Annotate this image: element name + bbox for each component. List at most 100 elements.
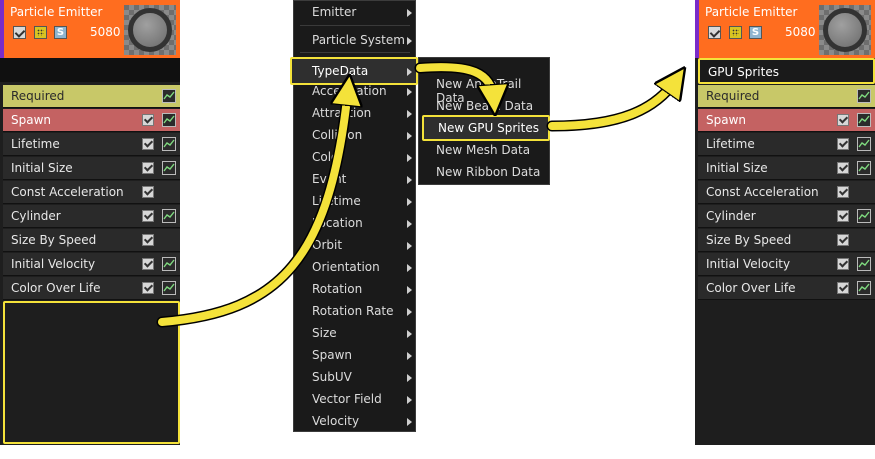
menu-item-lifetime[interactable]: Lifetime [294, 190, 415, 212]
module-label: Required [706, 89, 760, 103]
submenu-item-new-mesh-data[interactable]: New Mesh Data [419, 139, 549, 161]
curve-editor-icon[interactable] [162, 257, 176, 271]
menu-item-location[interactable]: Location [294, 212, 415, 234]
menu-item-vector-field[interactable]: Vector Field [294, 388, 415, 410]
module-color-over-life[interactable]: Color Over Life [3, 277, 180, 300]
menu-item-emitter[interactable]: Emitter [294, 1, 415, 23]
module-enable-checkbox[interactable] [142, 114, 154, 126]
module-const-acceleration[interactable]: Const Acceleration [698, 181, 875, 204]
solo-icon[interactable]: S [749, 26, 762, 39]
menu-item-label: Particle System [312, 33, 405, 47]
module-enable-checkbox[interactable] [142, 210, 154, 222]
menu-item-spawn[interactable]: Spawn [294, 344, 415, 366]
menu-item-attraction[interactable]: Attraction [294, 102, 415, 124]
module-enable-checkbox[interactable] [837, 258, 849, 270]
module-enable-checkbox[interactable] [142, 282, 154, 294]
menu-item-subuv[interactable]: SubUV [294, 366, 415, 388]
submenu-item-new-gpu-sprites[interactable]: New GPU Sprites [422, 115, 550, 141]
submenu-item-new-beam-data[interactable]: New Beam Data [419, 95, 549, 117]
module-const-acceleration[interactable]: Const Acceleration [3, 181, 180, 204]
context-menu: Emitter Particle System TypeData Accelerati… [290, 0, 418, 432]
curve-editor-icon[interactable] [857, 113, 871, 127]
enable-checkbox-icon[interactable] [13, 26, 26, 39]
module-enable-checkbox[interactable] [837, 162, 849, 174]
menu-item-velocity[interactable]: Velocity [294, 410, 415, 432]
enable-checkbox-icon[interactable] [708, 26, 721, 39]
menu-item-collision[interactable]: Collision [294, 124, 415, 146]
module-enable-checkbox[interactable] [142, 234, 154, 246]
emitter-header[interactable]: Particle Emitter S 5080 [4, 0, 180, 58]
curve-editor-icon[interactable] [162, 281, 176, 295]
curve-editor-icon[interactable] [162, 137, 176, 151]
module-enable-checkbox[interactable] [142, 186, 154, 198]
module-enable-checkbox[interactable] [837, 186, 849, 198]
module-label: Cylinder [706, 209, 756, 223]
left-emitter-panel: Particle Emitter S 5080 Required Spawn Lif… [0, 0, 180, 445]
module-drop-area[interactable] [3, 301, 180, 444]
menu-item-label: Size [312, 326, 337, 340]
module-initial-size[interactable]: Initial Size [3, 157, 180, 180]
typedata-slot-empty [0, 58, 180, 82]
module-cylinder[interactable]: Cylinder [3, 205, 180, 228]
emitter-header[interactable]: Particle Emitter S 5080 [699, 0, 875, 58]
module-label: Initial Size [706, 161, 768, 175]
curve-editor-icon[interactable] [857, 137, 871, 151]
module-cylinder[interactable]: Cylinder [698, 205, 875, 228]
module-enable-checkbox[interactable] [837, 282, 849, 294]
module-initial-velocity[interactable]: Initial Velocity [3, 253, 180, 276]
module-lifetime[interactable]: Lifetime [698, 133, 875, 156]
chevron-right-icon [407, 330, 412, 338]
chevron-right-icon [407, 176, 412, 184]
module-size-by-speed[interactable]: Size By Speed [698, 229, 875, 252]
module-required[interactable]: Required [3, 85, 180, 108]
module-enable-checkbox[interactable] [142, 138, 154, 150]
submenu-item-new-animtrail-data[interactable]: New AnimTrail Data [419, 73, 549, 105]
menu-item-acceleration[interactable]: Acceleration [294, 80, 415, 102]
submenu-item-label: New Mesh Data [436, 143, 531, 157]
module-spawn[interactable]: Spawn [698, 109, 875, 132]
module-initial-size[interactable]: Initial Size [698, 157, 875, 180]
particle-count: 5080 [785, 25, 816, 39]
menu-item-rotation[interactable]: Rotation [294, 278, 415, 300]
module-initial-velocity[interactable]: Initial Velocity [698, 253, 875, 276]
menu-item-label: Emitter [312, 5, 357, 19]
module-spawn[interactable]: Spawn [3, 109, 180, 132]
menu-item-orbit[interactable]: Orbit [294, 234, 415, 256]
curve-editor-icon[interactable] [162, 161, 176, 175]
menu-item-label: Color [312, 150, 344, 164]
solo-icon[interactable]: S [54, 26, 67, 39]
module-enable-checkbox[interactable] [837, 210, 849, 222]
module-enable-checkbox[interactable] [142, 258, 154, 270]
menu-item-color[interactable]: Color [294, 146, 415, 168]
curve-editor-icon[interactable] [857, 161, 871, 175]
module-enable-checkbox[interactable] [142, 162, 154, 174]
module-label: Size By Speed [706, 233, 792, 247]
curve-editor-icon[interactable] [857, 209, 871, 223]
module-size-by-speed[interactable]: Size By Speed [3, 229, 180, 252]
submenu-item-new-ribbon-data[interactable]: New Ribbon Data [419, 161, 549, 183]
module-color-over-life[interactable]: Color Over Life [698, 277, 875, 300]
curve-editor-icon[interactable] [857, 257, 871, 271]
module-label: Initial Velocity [706, 257, 791, 271]
curve-editor-icon[interactable] [857, 281, 871, 295]
curve-editor-icon[interactable] [162, 113, 176, 127]
curve-editor-icon[interactable] [162, 209, 176, 223]
curve-editor-icon[interactable] [857, 89, 871, 103]
menu-item-size[interactable]: Size [294, 322, 415, 344]
menu-item-event[interactable]: Event [294, 168, 415, 190]
curve-editor-icon[interactable] [162, 89, 176, 103]
gpu-sprites-module[interactable]: GPU Sprites [698, 58, 875, 84]
menu-item-orientation[interactable]: Orientation [294, 256, 415, 278]
detail-mode-icon[interactable] [729, 26, 742, 39]
module-lifetime[interactable]: Lifetime [3, 133, 180, 156]
menu-item-particle-system[interactable]: Particle System [294, 29, 415, 51]
right-emitter-panel: Particle Emitter S 5080 GPU Sprites Requ… [695, 0, 875, 445]
menu-item-rotation-rate[interactable]: Rotation Rate [294, 300, 415, 322]
module-enable-checkbox[interactable] [837, 114, 849, 126]
module-enable-checkbox[interactable] [837, 234, 849, 246]
module-required[interactable]: Required [698, 85, 875, 108]
module-label: Color Over Life [706, 281, 796, 295]
detail-mode-icon[interactable] [34, 26, 47, 39]
module-enable-checkbox[interactable] [837, 138, 849, 150]
emitter-title: Particle Emitter [705, 5, 798, 19]
